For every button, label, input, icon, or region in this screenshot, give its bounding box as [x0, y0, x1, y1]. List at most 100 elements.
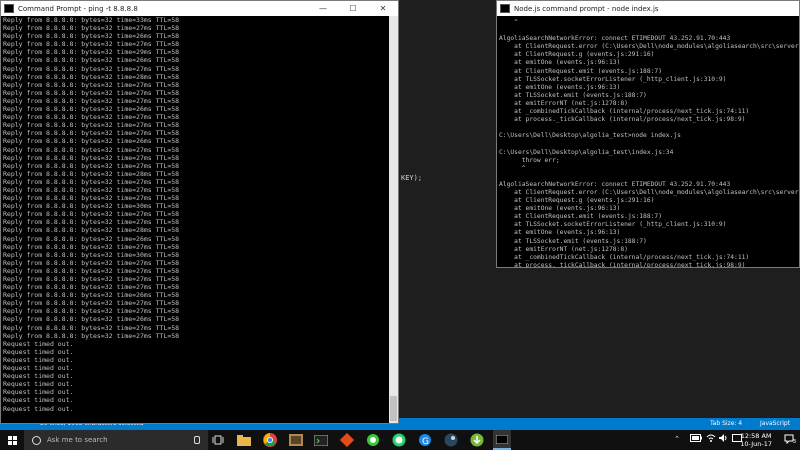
- console-line: at ClientRequest.g (events.js:291:16): [499, 197, 655, 205]
- system-clock[interactable]: 12:58 AM 10-Jun-17: [740, 432, 772, 448]
- console-line: at TLSSocket.socketErrorListener (_http_…: [499, 75, 727, 83]
- console-line: Reply from 8.8.8.8: bytes=32 time=28ms T…: [3, 226, 180, 235]
- console-line: Reply from 8.8.8.8: bytes=32 time=27ms T…: [3, 307, 180, 316]
- task-view-icon[interactable]: [210, 432, 226, 448]
- whatsapp-icon[interactable]: [391, 432, 407, 448]
- console-line: Request timed out.: [3, 404, 74, 413]
- volume-icon[interactable]: [718, 434, 728, 444]
- notification-center-icon[interactable]: 3: [784, 434, 796, 446]
- console-line: Reply from 8.8.8.8: bytes=32 time=26ms T…: [3, 105, 180, 114]
- console-line: at TLSSocket.emit (events.js:188:7): [499, 91, 647, 99]
- node-console-output[interactable]: ^ AlgoliaSearchNetworkError: connect ETI…: [497, 16, 800, 268]
- console-line: Reply from 8.8.8.8: bytes=32 time=27ms T…: [3, 275, 180, 283]
- console-line: Reply from 8.8.8.8: bytes=32 time=27ms T…: [3, 177, 180, 186]
- console-line: at emitOne (events.js:96:13): [499, 205, 621, 213]
- editor-code-fragment: KEY);: [401, 174, 423, 182]
- cmd-titlebar[interactable]: Command Prompt - ping -t 8.8.8.8 — ☐ ✕: [1, 1, 398, 16]
- console-line: at ClientRequest.emit (events.js:188:7): [499, 67, 663, 75]
- console-line: Reply from 8.8.8.8: bytes=32 time=27ms T…: [3, 299, 180, 308]
- console-line: Reply from 8.8.8.8: bytes=32 time=27ms T…: [3, 161, 180, 170]
- cmd-app-icon: [4, 4, 14, 13]
- console-line: Reply from 8.8.8.8: bytes=32 time=27ms T…: [3, 40, 180, 49]
- console-line: Reply from 8.8.8.8: bytes=32 time=27ms T…: [3, 80, 180, 89]
- cmd-console-output[interactable]: Reply from 8.8.8.8: bytes=32 time=33ms T…: [1, 16, 398, 413]
- clock-date: 10-Jun-17: [740, 440, 772, 448]
- console-line: Reply from 8.8.8.8: bytes=32 time=26ms T…: [3, 315, 180, 324]
- chrome-icon[interactable]: [262, 432, 278, 448]
- console-line: Reply from 8.8.8.8: bytes=32 time=27ms T…: [3, 88, 180, 97]
- console-line: Reply from 8.8.8.8: bytes=32 time=27ms T…: [3, 96, 180, 105]
- node-titlebar[interactable]: Node.js command prompt - node index.js: [497, 1, 799, 16]
- console-line: Request timed out.: [3, 347, 74, 356]
- console-line: at TLSSocket.emit (events.js:188:7): [499, 237, 647, 245]
- console-line: at ClientRequest.g (events.js:291:16): [499, 51, 655, 59]
- microphone-icon[interactable]: [194, 436, 200, 444]
- console-line: Reply from 8.8.8.8: bytes=32 time=26ms T…: [3, 291, 180, 300]
- console-line: throw err;: [499, 156, 560, 164]
- cortana-icon: [32, 435, 41, 445]
- status-tab-size[interactable]: Tab Size: 4: [710, 420, 742, 427]
- terminal-icon[interactable]: [313, 432, 329, 448]
- status-language[interactable]: JavaScript: [760, 420, 790, 427]
- console-line: Reply from 8.8.8.8: bytes=32 time=27ms T…: [3, 113, 180, 122]
- cmd-window-ping[interactable]: Command Prompt - ping -t 8.8.8.8 — ☐ ✕ R…: [0, 0, 399, 424]
- search-box[interactable]: Ask me to search: [24, 430, 208, 450]
- console-line: Reply from 8.8.8.8: bytes=32 time=27ms T…: [3, 283, 180, 292]
- console-line: Reply from 8.8.8.8: bytes=32 time=27ms T…: [3, 210, 180, 219]
- console-line: AlgoliaSearchNetworkError: connect ETIME…: [499, 35, 731, 43]
- console-line: Reply from 8.8.8.8: bytes=32 time=27ms T…: [3, 121, 180, 130]
- console-line: Reply from 8.8.8.8: bytes=32 time=27ms T…: [3, 145, 180, 154]
- cmd-scrollbar[interactable]: [389, 16, 398, 423]
- console-line: Reply from 8.8.8.8: bytes=32 time=27ms T…: [3, 258, 180, 267]
- console-line: Request timed out.: [3, 396, 74, 405]
- console-line: Reply from 8.8.8.8: bytes=32 time=30ms T…: [3, 250, 180, 259]
- git-icon[interactable]: [339, 432, 355, 448]
- photos-icon[interactable]: [288, 432, 304, 448]
- node-window[interactable]: Node.js command prompt - node index.js ^…: [496, 0, 800, 268]
- console-line: Reply from 8.8.8.8: bytes=32 time=26ms T…: [3, 56, 180, 65]
- cmd-taskbar-icon[interactable]: [493, 430, 511, 450]
- console-line: Reply from 8.8.8.8: bytes=32 time=27ms T…: [3, 242, 180, 251]
- console-line: Reply from 8.8.8.8: bytes=32 time=27ms T…: [3, 323, 180, 332]
- cmd-scrollbar-thumb[interactable]: [390, 396, 397, 421]
- console-line: Reply from 8.8.8.8: bytes=32 time=30ms T…: [3, 202, 180, 211]
- minimize-icon[interactable]: —: [308, 1, 338, 16]
- chevron-up-icon[interactable]: ⌃: [674, 435, 680, 443]
- svg-text:G: G: [422, 437, 429, 447]
- console-line: Reply from 8.8.8.8: bytes=32 time=27ms T…: [3, 266, 180, 275]
- cmd-title: Command Prompt - ping -t 8.8.8.8: [18, 4, 138, 13]
- console-line: Reply from 8.8.8.8: bytes=32 time=33ms T…: [3, 16, 180, 24]
- start-button[interactable]: [0, 430, 24, 450]
- console-line: Request timed out.: [3, 339, 74, 348]
- steam-icon[interactable]: [443, 432, 459, 448]
- google-icon[interactable]: G: [417, 432, 433, 448]
- console-line: at emitErrorNT (net.js:1278:8): [499, 245, 628, 253]
- console-line: Reply from 8.8.8.8: bytes=32 time=27ms T…: [3, 185, 180, 194]
- console-line: Reply from 8.8.8.8: bytes=32 time=27ms T…: [3, 24, 180, 33]
- console-line: at ClientRequest.emit (events.js:188:7): [499, 213, 663, 221]
- console-line: at TLSSocket.socketErrorListener (_http_…: [499, 221, 727, 229]
- windows-icon: [7, 435, 17, 445]
- console-line: at process._tickCallback (internal/proce…: [499, 261, 746, 268]
- maximize-icon[interactable]: ☐: [338, 1, 368, 16]
- battery-icon[interactable]: [690, 434, 702, 444]
- console-line: Reply from 8.8.8.8: bytes=32 time=26ms T…: [3, 32, 180, 41]
- taskbar: Ask me to search G ⌃ 12:58 AM 10-Jun-17 …: [0, 430, 800, 450]
- console-line: Reply from 8.8.8.8: bytes=32 time=26ms T…: [3, 234, 180, 243]
- console-line: Reply from 8.8.8.8: bytes=32 time=27ms T…: [3, 218, 180, 227]
- console-line: at emitOne (events.js:96:13): [499, 229, 621, 237]
- console-line: Reply from 8.8.8.8: bytes=32 time=26ms T…: [3, 137, 180, 146]
- wifi-icon[interactable]: [706, 434, 716, 444]
- console-line: ^: [499, 164, 526, 172]
- console-line: at ClientRequest.error (C:\Users\Dell\no…: [499, 188, 800, 196]
- file-explorer-icon[interactable]: [236, 432, 252, 448]
- torrent-icon[interactable]: [469, 432, 485, 448]
- android-icon[interactable]: [365, 432, 381, 448]
- console-line: Reply from 8.8.8.8: bytes=32 time=29ms T…: [3, 48, 180, 57]
- close-icon[interactable]: ✕: [368, 1, 398, 16]
- console-line: at emitErrorNT (net.js:1278:8): [499, 99, 628, 107]
